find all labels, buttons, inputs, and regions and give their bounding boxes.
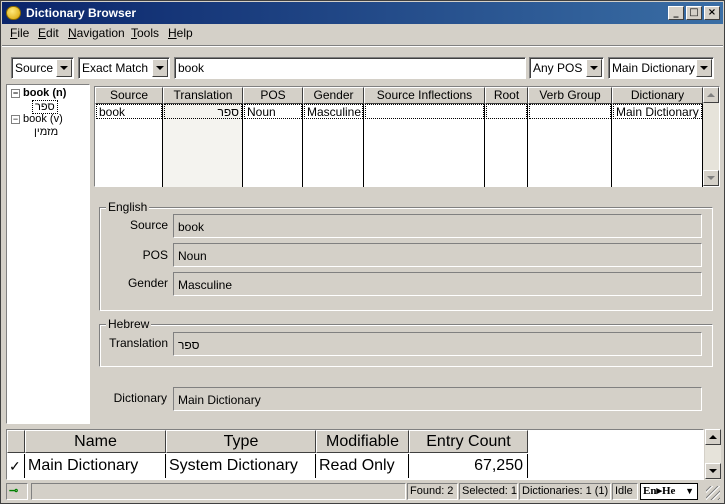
chevron-down-icon[interactable]: ▼ [685, 484, 694, 499]
language-direction-select[interactable]: En▸He ▼ [640, 483, 698, 500]
gender-label: Gender [127, 276, 168, 290]
search-input[interactable]: book [174, 57, 526, 79]
check-icon[interactable]: ✓ [7, 454, 25, 478]
table-cell-source[interactable]: book [96, 104, 162, 119]
status-state: Idle [612, 483, 638, 500]
status-selected: Selected: 1 [459, 483, 518, 500]
tree-item[interactable]: − book (v) [11, 113, 63, 125]
dictionary-filter-value: Main Dictionary [612, 61, 695, 75]
status-bar: ⊸ Found: 2 Selected: 1 Dictionaries: 1 (… [2, 482, 723, 502]
dictionary-modifiable-cell[interactable]: Read Only [316, 454, 409, 478]
dictionaries-table[interactable]: Name Type Modifiable Entry Count ✓ Main … [6, 429, 704, 480]
column-header-gender[interactable]: Gender [303, 87, 364, 104]
chevron-down-icon[interactable] [586, 59, 602, 77]
column-header-modifiable[interactable]: Modifiable [316, 430, 409, 453]
tree-item-label: book (v) [23, 113, 63, 125]
minimize-button[interactable]: _ [668, 6, 684, 20]
column-header-type[interactable]: Type [166, 430, 316, 453]
dictionary-filter-select[interactable]: Main Dictionary [608, 57, 714, 79]
pos-field: Noun [173, 243, 702, 267]
scroll-up-icon[interactable] [705, 429, 721, 445]
column-header-verb-group[interactable]: Verb Group [528, 87, 612, 104]
dictionary-label: Dictionary [113, 391, 167, 405]
resize-grip-icon[interactable] [706, 486, 720, 500]
dictionaries-scrollbar[interactable] [705, 429, 721, 480]
menu-bar: File Edit Navigation Tools Help [2, 24, 723, 43]
status-found: Found: 2 [407, 483, 458, 500]
translation-label: Translation [109, 336, 168, 350]
collapse-icon[interactable]: − [11, 88, 20, 98]
language-direction-value: En▸He [643, 485, 676, 497]
pos-filter-value: Any POS [533, 61, 583, 75]
scroll-down-icon[interactable] [705, 463, 721, 479]
search-field-value: Source [15, 61, 54, 75]
status-dictionaries: Dictionaries: 1 (1) [519, 483, 611, 500]
pos-filter-select[interactable]: Any POS [529, 57, 604, 79]
match-mode-value: Exact Match [82, 61, 149, 75]
app-icon [6, 6, 21, 20]
column-header-translation[interactable]: Translation [163, 87, 243, 104]
column-header-name[interactable]: Name [25, 430, 166, 453]
status-message-panel [31, 483, 406, 500]
tree-item[interactable]: − book (n) [11, 87, 66, 99]
chevron-down-icon[interactable] [56, 59, 72, 77]
table-cell-translation[interactable]: ספר [164, 104, 242, 119]
search-field-select[interactable]: Source [11, 57, 74, 79]
gender-field: Masculine [173, 272, 702, 296]
table-cell-dictionary[interactable]: Main Dictionary [613, 104, 702, 119]
column-header-root[interactable]: Root [485, 87, 528, 104]
column-header-source[interactable]: Source [95, 87, 163, 104]
dictionary-type-cell[interactable]: System Dictionary [166, 454, 316, 478]
title-bar[interactable]: Dictionary Browser _ □ × [2, 2, 723, 24]
column-header-source-inflections[interactable]: Source Inflections [364, 87, 485, 104]
column-header-dictionary[interactable]: Dictionary [612, 87, 703, 104]
chevron-down-icon[interactable] [152, 59, 168, 77]
hebrew-group: Hebrew Translation ספר [99, 317, 713, 367]
tree-child-item[interactable]: ספר [32, 100, 58, 114]
menu-navigation[interactable]: Navigation [68, 26, 125, 40]
table-cell-source-inflections[interactable] [365, 104, 484, 119]
hebrew-group-label: Hebrew [106, 317, 152, 331]
tree-child-item[interactable]: מזמין [34, 126, 58, 138]
english-group: English Source book POS Noun Gender Masc… [99, 200, 713, 311]
pos-label: POS [142, 248, 168, 262]
column-header-entry-count[interactable]: Entry Count [409, 430, 528, 453]
tree-item-label: book (n) [23, 87, 67, 99]
match-mode-select[interactable]: Exact Match [78, 57, 170, 79]
table-cell-root[interactable] [486, 104, 527, 119]
results-grid[interactable]: Source Translation POS Gender Source Inf… [94, 86, 720, 187]
dictionary-name-cell[interactable]: Main Dictionary [25, 454, 166, 478]
menu-help[interactable]: Help [168, 26, 193, 40]
column-header-pos[interactable]: POS [243, 87, 303, 104]
search-input-value: book [178, 61, 205, 75]
translation-field: ספר [173, 332, 702, 356]
close-button[interactable]: × [704, 6, 720, 20]
results-tree[interactable]: − book (n) ספר − book (v) מזמין [6, 84, 90, 424]
source-field: book [173, 214, 702, 238]
column-header-check[interactable] [7, 430, 25, 453]
scroll-down-icon[interactable] [703, 170, 719, 186]
collapse-icon[interactable]: − [11, 114, 20, 124]
dictionary-field: Main Dictionary [173, 387, 702, 411]
menu-tools[interactable]: Tools [131, 26, 159, 40]
scroll-up-icon[interactable] [703, 87, 719, 103]
connection-icon: ⊸ [6, 483, 28, 500]
menu-file[interactable]: File [10, 26, 29, 40]
english-group-label: English [106, 200, 150, 214]
table-cell-gender[interactable]: Masculine [304, 104, 363, 119]
table-cell-pos[interactable]: Noun [244, 104, 302, 119]
toolbar-separator [2, 45, 723, 47]
table-cell-verb-group[interactable] [529, 104, 611, 119]
app-window: Dictionary Browser _ □ × File Edit Navig… [0, 0, 725, 504]
chevron-down-icon[interactable] [696, 59, 712, 77]
results-scrollbar[interactable] [703, 87, 719, 186]
dictionary-count-cell[interactable]: 67,250 [409, 454, 528, 478]
menu-edit[interactable]: Edit [38, 26, 59, 40]
source-label: Source [129, 218, 168, 232]
maximize-button[interactable]: □ [686, 6, 702, 20]
window-title: Dictionary Browser [26, 6, 137, 20]
